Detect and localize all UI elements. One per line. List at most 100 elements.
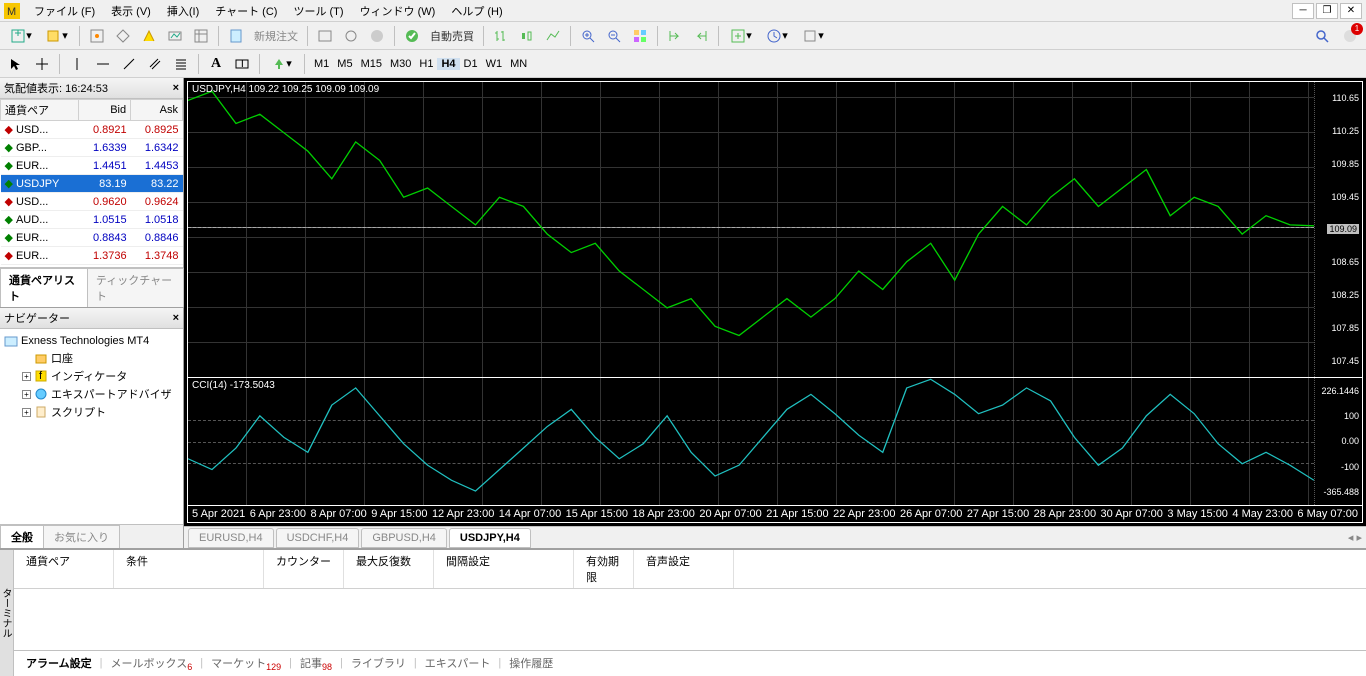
terminal-header[interactable]: 有効期限 (574, 550, 634, 588)
fullscreen-button[interactable] (365, 24, 389, 48)
autotrade-icon[interactable] (400, 24, 424, 48)
market-watch-tab-list[interactable]: 通貨ペアリスト (0, 268, 88, 307)
terminal-tab[interactable]: エキスパート (417, 653, 499, 673)
market-watch-row[interactable]: ◆EUR...0.88430.8846 (1, 229, 183, 247)
autotrade-label[interactable]: 自動売買 (426, 28, 478, 44)
trendline-tool[interactable] (117, 52, 141, 76)
terminal-toggle[interactable] (137, 24, 161, 48)
chart-tab[interactable]: USDCHF,H4 (276, 528, 360, 548)
terminal-header[interactable]: 最大反復数 (344, 550, 434, 588)
timeframe-h1[interactable]: H1 (415, 58, 437, 70)
svg-text:M: M (7, 6, 16, 18)
timeframe-m15[interactable]: M15 (357, 58, 386, 70)
terminal-header[interactable]: 間隔設定 (434, 550, 574, 588)
market-watch-row[interactable]: ◆AUD...1.05151.0518 (1, 211, 183, 229)
search-button[interactable] (1310, 24, 1334, 48)
notifications-button[interactable]: 1 (1338, 24, 1362, 48)
nav-root[interactable]: Exness Technologies MT4 (4, 333, 179, 349)
terminal-header[interactable]: 通貨ペア (14, 550, 114, 588)
terminal-tab[interactable]: マーケット129 (203, 653, 289, 674)
indicator-chart[interactable]: CCI(14) -173.5043 226.14461000.00-100-36… (188, 378, 1362, 506)
navigator-tab-fav[interactable]: お気に入り (43, 525, 120, 548)
bar-chart-button[interactable] (489, 24, 513, 48)
tile-windows-button[interactable] (628, 24, 652, 48)
col-bid[interactable]: Bid (79, 100, 131, 121)
col-symbol[interactable]: 通貨ペア (1, 100, 79, 121)
strategy-tester-toggle[interactable] (163, 24, 187, 48)
nav-item[interactable]: +スクリプト (4, 403, 179, 421)
market-watch-close[interactable]: × (173, 82, 179, 94)
timeframe-mn[interactable]: MN (506, 58, 531, 70)
new-order-icon[interactable] (224, 24, 248, 48)
market-watch-row[interactable]: ◆GBP...1.63391.6342 (1, 139, 183, 157)
navigator-toggle[interactable] (111, 24, 135, 48)
navigator-close[interactable]: × (173, 312, 179, 324)
market-watch-row[interactable]: ◆EUR...1.37361.3748 (1, 247, 183, 265)
market-watch-tab-tick[interactable]: ティックチャート (87, 268, 184, 307)
close-button[interactable]: ✕ (1340, 3, 1362, 19)
chart-shift-button[interactable] (663, 24, 687, 48)
timeframe-w1[interactable]: W1 (482, 58, 507, 70)
new-chart-button[interactable]: ▾ (4, 24, 38, 48)
main-chart[interactable]: USDJPY,H4 109.22 109.25 109.09 109.09 11… (188, 82, 1362, 378)
timeframe-m30[interactable]: M30 (386, 58, 415, 70)
data-window-toggle[interactable] (189, 24, 213, 48)
templates-button[interactable]: ▾ (796, 24, 830, 48)
minimize-button[interactable]: ─ (1292, 3, 1314, 19)
terminal-body[interactable] (14, 589, 1366, 650)
maximize-button[interactable]: ❐ (1316, 3, 1338, 19)
horizontal-line-tool[interactable] (91, 52, 115, 76)
nav-item[interactable]: +fインディケータ (4, 367, 179, 385)
timeframe-d1[interactable]: D1 (460, 58, 482, 70)
market-watch-row[interactable]: ◆EUR...1.44511.4453 (1, 157, 183, 175)
menu-file[interactable]: ファイル (F) (26, 0, 103, 22)
chart-tab[interactable]: EURUSD,H4 (188, 528, 274, 548)
candle-chart-button[interactable] (515, 24, 539, 48)
periodicity-button[interactable]: ▾ (760, 24, 794, 48)
line-chart-button[interactable] (541, 24, 565, 48)
cursor-tool[interactable] (4, 52, 28, 76)
zoom-in-button[interactable] (576, 24, 600, 48)
terminal-tab[interactable]: メールボックス6 (103, 653, 201, 674)
options-button[interactable] (339, 24, 363, 48)
zoom-out-button[interactable] (602, 24, 626, 48)
new-order-label[interactable]: 新規注文 (250, 28, 302, 44)
text-tool[interactable]: A (204, 52, 228, 76)
menu-view[interactable]: 表示 (V) (103, 0, 159, 22)
terminal-header[interactable]: 条件 (114, 550, 264, 588)
terminal-tab[interactable]: 操作履歴 (501, 653, 561, 673)
indicators-button[interactable]: ▾ (724, 24, 758, 48)
menu-window[interactable]: ウィンドウ (W) (352, 0, 444, 22)
menu-insert[interactable]: 挿入(I) (159, 0, 207, 22)
profiles-button[interactable]: ▾ (40, 24, 74, 48)
vertical-line-tool[interactable] (65, 52, 89, 76)
market-watch-row[interactable]: ◆USD...0.96200.9624 (1, 193, 183, 211)
menu-help[interactable]: ヘルプ (H) (443, 0, 510, 22)
timeframe-h4[interactable]: H4 (437, 58, 459, 70)
col-ask[interactable]: Ask (131, 100, 183, 121)
terminal-header[interactable]: 音声設定 (634, 550, 734, 588)
arrows-tool[interactable]: ▾ (265, 52, 299, 76)
fibonacci-tool[interactable] (169, 52, 193, 76)
timeframe-m1[interactable]: M1 (310, 58, 333, 70)
metaeditor-button[interactable] (313, 24, 337, 48)
navigator-tab-general[interactable]: 全般 (0, 525, 44, 548)
auto-scroll-button[interactable] (689, 24, 713, 48)
menu-tools[interactable]: ツール (T) (285, 0, 351, 22)
chart-tab[interactable]: GBPUSD,H4 (361, 528, 447, 548)
terminal-tab[interactable]: ライブラリ (343, 653, 414, 673)
text-label-tool[interactable]: T (230, 52, 254, 76)
timeframe-m5[interactable]: M5 (333, 58, 356, 70)
menu-charts[interactable]: チャート (C) (207, 0, 285, 22)
market-watch-row[interactable]: ◆USD...0.89210.8925 (1, 121, 183, 139)
channel-tool[interactable] (143, 52, 167, 76)
terminal-tab[interactable]: アラーム設定 (18, 653, 100, 673)
chart-tab[interactable]: USDJPY,H4 (449, 528, 531, 548)
crosshair-tool[interactable] (30, 52, 54, 76)
market-watch-toggle[interactable] (85, 24, 109, 48)
nav-item[interactable]: +エキスパートアドバイザ (4, 385, 179, 403)
market-watch-row[interactable]: ◆USDJPY83.1983.22 (1, 175, 183, 193)
terminal-tab[interactable]: 記事98 (292, 653, 340, 674)
terminal-header[interactable]: カウンター (264, 550, 344, 588)
nav-item[interactable]: 口座 (4, 349, 179, 367)
